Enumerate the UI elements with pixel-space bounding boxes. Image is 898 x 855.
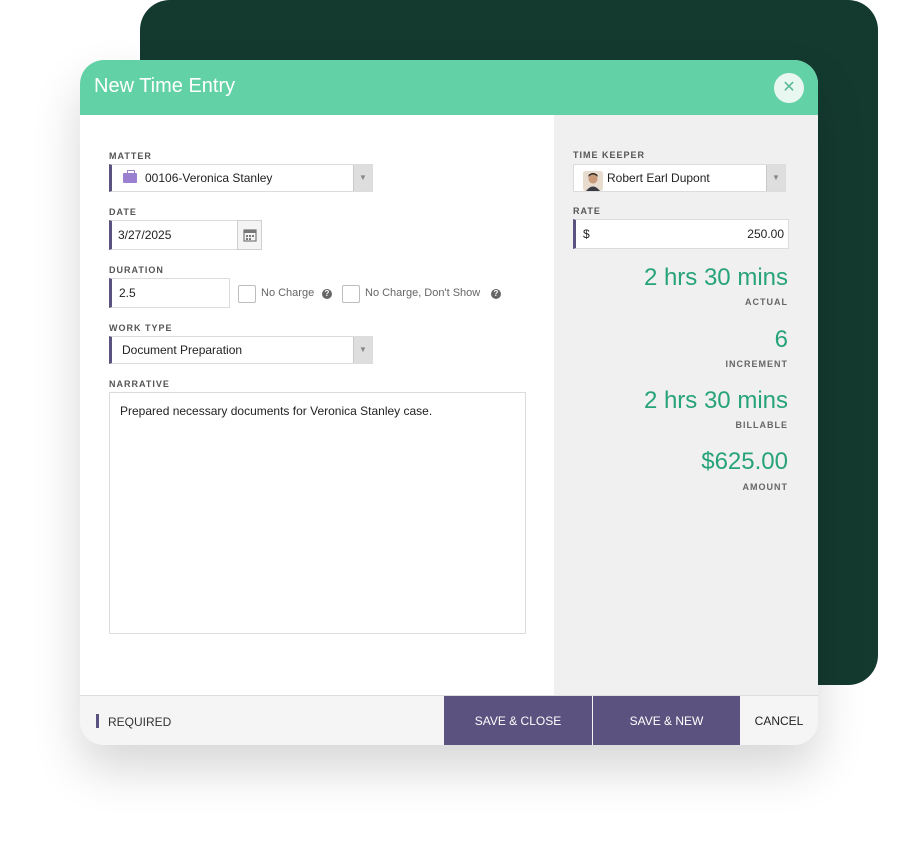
chevron-down-icon[interactable]: ▼ (353, 165, 372, 191)
calendar-button[interactable] (237, 220, 262, 250)
new-time-entry-modal: New Time Entry ✕ MATTER 00106-Veronica S… (80, 60, 818, 745)
work-type-value: Document Preparation (122, 343, 243, 357)
no-charge-label: No Charge (261, 287, 315, 299)
modal-title: New Time Entry (94, 75, 236, 97)
close-icon: ✕ (782, 79, 796, 96)
required-label: REQUIRED (108, 715, 172, 729)
narrative-textarea[interactable]: Prepared necessary documents for Veronic… (109, 392, 526, 634)
amount-value: $625.00 (701, 448, 788, 475)
duration-value: 2.5 (119, 286, 136, 300)
time-keeper-select[interactable]: Robert Earl Dupont ▼ (573, 164, 786, 192)
avatar (583, 171, 603, 191)
no-charge-dont-show-checkbox[interactable] (342, 285, 360, 303)
narrative-text: Prepared necessary documents for Veronic… (120, 404, 433, 418)
cancel-button[interactable]: CANCEL (740, 696, 818, 745)
currency-symbol: $ (583, 227, 590, 241)
time-keeper-value: Robert Earl Dupont (607, 171, 710, 185)
date-input[interactable]: 3/27/2025 (109, 220, 238, 250)
date-value: 3/27/2025 (118, 228, 172, 242)
billable-label: BILLABLE (735, 420, 788, 430)
increment-value: 6 (774, 326, 788, 353)
chevron-down-icon[interactable]: ▼ (353, 337, 372, 363)
actual-value: 2 hrs 30 mins (643, 264, 788, 291)
help-icon[interactable]: ? (322, 289, 332, 299)
matter-label: MATTER (109, 151, 152, 161)
save-new-button[interactable]: SAVE & NEW (593, 696, 740, 745)
work-type-select[interactable]: Document Preparation ▼ (109, 336, 373, 364)
matter-value: 00106-Veronica Stanley (145, 171, 273, 185)
amount-label: AMOUNT (742, 482, 788, 492)
help-icon[interactable]: ? (491, 289, 501, 299)
required-indicator (96, 714, 99, 728)
actual-label: ACTUAL (745, 297, 788, 307)
modal-header: New Time Entry ✕ (80, 60, 818, 115)
save-close-button[interactable]: SAVE & CLOSE (444, 696, 592, 745)
billable-value: 2 hrs 30 mins (643, 387, 788, 414)
summary-panel: TIME KEEPER Robert Earl Dupont ▼ RATE $ … (554, 115, 818, 695)
no-charge-dont-show-label: No Charge, Don't Show (365, 287, 481, 299)
calendar-icon (243, 229, 257, 242)
duration-input[interactable]: 2.5 (109, 278, 230, 308)
entry-form: MATTER 00106-Veronica Stanley ▼ DATE 3/2… (80, 115, 554, 695)
rate-label: RATE (573, 206, 601, 216)
duration-label: DURATION (109, 265, 164, 275)
time-keeper-label: TIME KEEPER (573, 150, 646, 160)
rate-value: 250.00 (747, 227, 784, 241)
rate-input[interactable]: $ 250.00 (573, 219, 789, 249)
work-type-label: WORK TYPE (109, 323, 173, 333)
matter-select[interactable]: 00106-Veronica Stanley ▼ (109, 164, 373, 192)
briefcase-icon (123, 170, 137, 183)
no-charge-checkbox[interactable] (238, 285, 256, 303)
narrative-label: NARRATIVE (109, 379, 170, 389)
close-button[interactable]: ✕ (774, 73, 804, 103)
chevron-down-icon[interactable]: ▼ (766, 165, 785, 191)
date-label: DATE (109, 207, 137, 217)
increment-label: INCREMENT (725, 359, 788, 369)
modal-footer: REQUIRED SAVE & CLOSE SAVE & NEW CANCEL (80, 695, 818, 745)
